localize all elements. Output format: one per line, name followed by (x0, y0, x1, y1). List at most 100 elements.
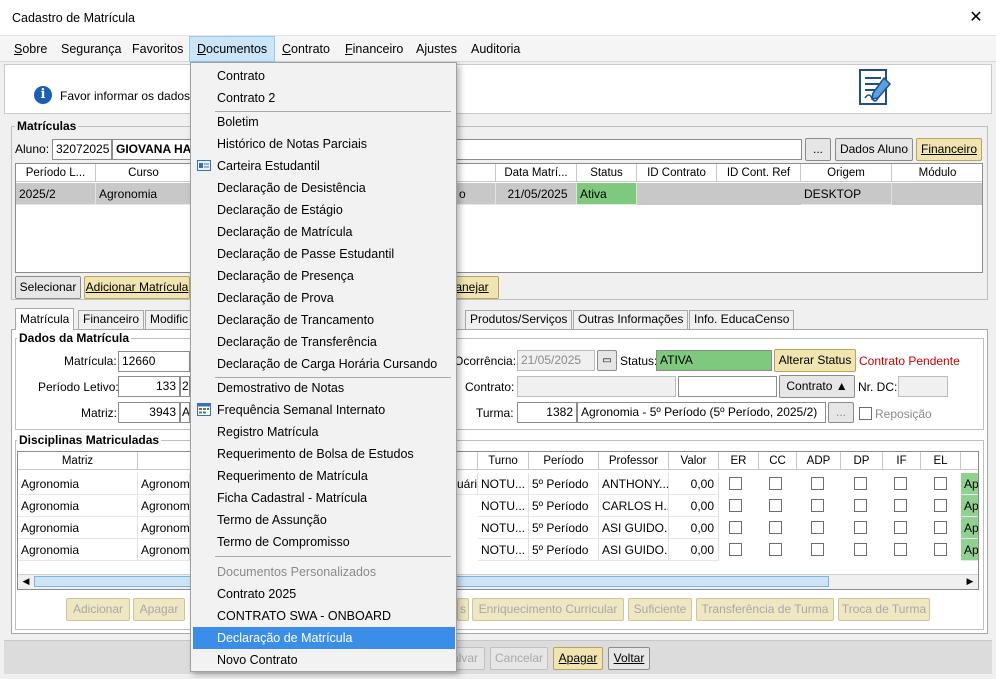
close-icon[interactable]: ✕ (966, 7, 986, 27)
col-status[interactable]: Status (577, 164, 637, 182)
alterar-status-button[interactable]: Alterar Status (774, 349, 856, 372)
menu-item-carteira-estudantil[interactable]: Carteira Estudantil (193, 155, 455, 177)
checkbox-adp[interactable] (811, 521, 824, 534)
turma-search-button[interactable]: ... (828, 402, 854, 423)
enriquecimento-curricular-button[interactable]: Enriquecimento Curricular (472, 598, 624, 621)
col-professor[interactable]: Professor (599, 452, 669, 470)
turma-code-field[interactable]: 1382 (517, 402, 577, 423)
col-cc[interactable]: CC (759, 452, 797, 470)
checkbox-adp[interactable] (811, 499, 824, 512)
checkbox-cc[interactable] (769, 521, 782, 534)
checkbox-el[interactable] (934, 521, 947, 534)
tab-modificacoes[interactable]: Modific (145, 310, 191, 329)
col-matriz[interactable]: Matriz (18, 452, 138, 470)
menu-item-declaracao-matricula-personalizada[interactable]: Declaração de Matrícula (193, 627, 455, 649)
partial-button[interactable]: s (457, 598, 469, 621)
col-dp[interactable]: DP (841, 452, 883, 470)
suficiente-button[interactable]: Suficiente (628, 598, 692, 621)
checkbox-er[interactable] (729, 499, 742, 512)
menu-item-boletim[interactable]: Boletim (193, 111, 455, 133)
checkbox-el[interactable] (934, 543, 947, 556)
checkbox-if[interactable] (894, 477, 907, 490)
transferencia-turma-button[interactable]: Transferência de Turma (696, 598, 834, 621)
menu-item-contrato-swa-onboard[interactable]: CONTRATO SWA - ONBOARD (193, 605, 455, 627)
menu-item-requerimento-matricula[interactable]: Requerimento de Matrícula (193, 465, 455, 487)
periodo-letivo-desc-field[interactable]: 2 (180, 376, 190, 397)
ocorrencia-date-field[interactable]: 21/05/2025 (517, 350, 595, 371)
menu-item-declaracao-transferencia[interactable]: Declaração de Transferência (193, 331, 455, 353)
menu-item-contrato-2[interactable]: Contrato 2 (193, 87, 455, 109)
selecionar-button[interactable]: Selecionar (15, 276, 81, 299)
apagar-disciplina-button[interactable]: Apagar (133, 598, 185, 621)
checkbox-er[interactable] (729, 477, 742, 490)
menu-item-declaracao-estagio[interactable]: Declaração de Estágio (193, 199, 455, 221)
voltar-button[interactable]: Voltar (608, 647, 650, 670)
matriz-code-field[interactable]: 3943 (118, 402, 180, 423)
menu-item-termo-assuncao[interactable]: Termo de Assunção (193, 509, 455, 531)
troca-turma-button[interactable]: Troca de Turma (838, 598, 930, 621)
menu-financeiro[interactable]: Financeiro (338, 36, 410, 62)
menu-item-declaracao-presenca[interactable]: Declaração de Presença (193, 265, 455, 287)
col-adp[interactable]: ADP (797, 452, 841, 470)
menu-item-declaracao-carga-horaria[interactable]: Declaração de Carga Horária Cursando (193, 353, 455, 375)
menu-item-frequencia-semanal[interactable]: Frequência Semanal Internato (193, 399, 455, 421)
menu-item-ficha-cadastral[interactable]: Ficha Cadastral - Matrícula (193, 487, 455, 509)
menu-seguranca[interactable]: Segurança (54, 36, 128, 62)
tab-financeiro[interactable]: Financeiro (78, 310, 145, 329)
periodo-letivo-code-field[interactable]: 133 (118, 376, 180, 397)
menu-item-declaracao-desistencia[interactable]: Declaração de Desistência (193, 177, 455, 199)
checkbox-er[interactable] (729, 543, 742, 556)
col-er[interactable]: ER (719, 452, 759, 470)
contrato-dropdown-button[interactable]: Contrato ▲ (779, 375, 855, 398)
contrato-desc-field[interactable] (678, 376, 777, 397)
cancelar-button[interactable]: Cancelar (490, 647, 548, 670)
col-el[interactable]: EL (921, 452, 961, 470)
menu-item-historico-notas[interactable]: Histórico de Notas Parciais (193, 133, 455, 155)
menu-favoritos[interactable]: Favoritos (125, 36, 190, 62)
menu-item-termo-compromisso[interactable]: Termo de Compromisso (193, 531, 455, 553)
checkbox-el[interactable] (934, 477, 947, 490)
checkbox-if[interactable] (894, 521, 907, 534)
menu-auditoria[interactable]: Auditoria (464, 36, 527, 62)
adicionar-disciplina-button[interactable]: Adicionar (66, 598, 130, 621)
menu-sobre[interactable]: Sobre (7, 36, 54, 62)
menu-item-novo-contrato[interactable]: Novo Contrato (193, 649, 455, 671)
menu-item-demostrativo-notas[interactable]: Demostrativo de Notas (193, 377, 455, 399)
checkbox-adp[interactable] (811, 543, 824, 556)
matriz-desc-field[interactable]: A (180, 402, 190, 423)
tab-matricula[interactable]: Matrícula (15, 308, 75, 330)
col-id-contrato[interactable]: ID Contrato (637, 164, 717, 182)
col-periodo[interactable]: Período L... (16, 164, 96, 182)
checkbox-cc[interactable] (769, 477, 782, 490)
col-valor[interactable]: Valor (669, 452, 719, 470)
menu-item-registro-matricula[interactable]: Registro Matrícula (193, 421, 455, 443)
nr-dc-field[interactable] (898, 376, 948, 397)
checkbox-dp[interactable] (854, 499, 867, 512)
col-id-cont-ref[interactable]: ID Cont. Ref (717, 164, 801, 182)
calendar-icon[interactable]: ▭ (597, 350, 617, 371)
menu-item-declaracao-trancamento[interactable]: Declaração de Trancamento (193, 309, 455, 331)
menu-item-contrato[interactable]: Contrato (193, 65, 455, 87)
tab-outras-informacoes[interactable]: Outras Informações (573, 310, 689, 329)
turma-desc-field[interactable]: Agronomia - 5º Período (5º Período, 2025… (577, 402, 826, 423)
tab-info-educacenso[interactable]: Info. EducaCenso (689, 310, 795, 329)
aluno-code-field[interactable]: 32072025 (52, 139, 112, 160)
checkbox-cc[interactable] (769, 543, 782, 556)
menu-contrato[interactable]: Contrato (275, 36, 337, 62)
scroll-right-icon[interactable]: ▶ (963, 575, 977, 588)
contrato-field[interactable] (517, 376, 676, 397)
checkbox-dp[interactable] (854, 543, 867, 556)
col-turno[interactable]: Turno (478, 452, 529, 470)
menu-item-declaracao-matricula[interactable]: Declaração de Matrícula (193, 221, 455, 243)
apagar-button[interactable]: Apagar (553, 647, 603, 670)
search-aluno-button[interactable]: ... (805, 138, 831, 161)
tab-produtos-servicos[interactable]: Produtos/Serviços (465, 310, 573, 329)
financeiro-button[interactable]: Financeiro (916, 138, 982, 161)
checkbox-er[interactable] (729, 521, 742, 534)
reposicao-checkbox[interactable] (859, 407, 872, 420)
checkbox-if[interactable] (894, 499, 907, 512)
checkbox-dp[interactable] (854, 521, 867, 534)
col-modulo[interactable]: Módulo (892, 164, 982, 182)
checkbox-dp[interactable] (854, 477, 867, 490)
checkbox-if[interactable] (894, 543, 907, 556)
